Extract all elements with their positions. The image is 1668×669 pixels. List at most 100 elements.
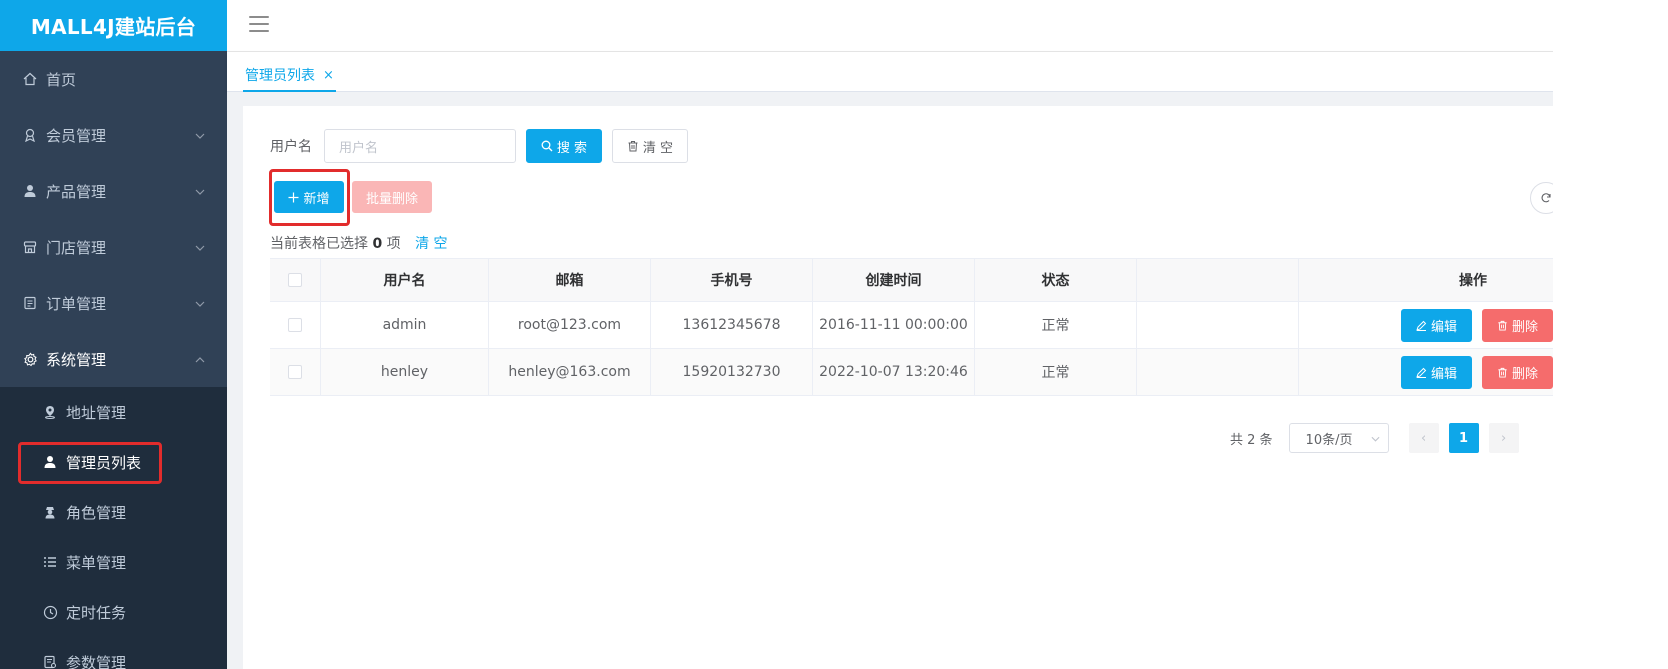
table-header-row: 用户名 邮箱 手机号 创建时间 状态 操作 bbox=[270, 259, 1553, 302]
sidebar-subitem-params[interactable]: 参数管理 bbox=[0, 637, 227, 669]
batch-delete-button[interactable]: 批量删除 bbox=[352, 181, 432, 213]
sidebar-item-products[interactable]: 产品管理 bbox=[0, 163, 227, 219]
refresh-icon bbox=[1540, 189, 1552, 208]
delete-button-label: 删除 bbox=[1511, 366, 1538, 382]
cell-username: admin bbox=[321, 302, 489, 348]
edit-button[interactable]: 编辑 bbox=[1400, 308, 1472, 342]
selection-prefix: 当前表格已选择 bbox=[270, 236, 368, 252]
edit-button-label: 编辑 bbox=[1430, 366, 1457, 382]
medal-icon bbox=[22, 127, 38, 143]
search-icon bbox=[541, 140, 553, 152]
header-phone[interactable]: 手机号 bbox=[651, 259, 813, 301]
header-username[interactable]: 用户名 bbox=[321, 259, 489, 301]
search-button[interactable]: 搜 索 bbox=[526, 129, 602, 163]
sidebar-subitem-label: 参数管理 bbox=[66, 653, 127, 669]
delete-button[interactable]: 删除 bbox=[1481, 308, 1553, 342]
sidebar-subitem-address[interactable]: 地址管理 bbox=[0, 387, 227, 437]
param-icon bbox=[42, 654, 58, 669]
sidebar-item-stores[interactable]: 门店管理 bbox=[0, 219, 227, 275]
sidebar-subitem-label: 地址管理 bbox=[66, 403, 127, 422]
chevron-down-icon bbox=[195, 240, 205, 254]
cell-created: 2022-10-07 13:20:46 bbox=[813, 349, 975, 395]
selection-suffix: 项 bbox=[386, 236, 401, 252]
sidebar-item-label: 订单管理 bbox=[46, 294, 107, 313]
table-action-bar: 新增 批量删除 bbox=[274, 181, 432, 213]
sidebar-item-system[interactable]: 系统管理 bbox=[0, 331, 227, 387]
selection-count: 0 bbox=[372, 236, 383, 252]
cell-blank bbox=[1137, 349, 1299, 395]
header-created[interactable]: 创建时间 bbox=[813, 259, 975, 301]
cell-blank bbox=[1137, 302, 1299, 348]
hamburger-menu-icon[interactable] bbox=[249, 16, 269, 34]
header-blank bbox=[1137, 259, 1299, 301]
row-checkbox[interactable] bbox=[288, 318, 302, 332]
cell-email: root@123.com bbox=[489, 302, 651, 348]
cell-actions: 编辑 删除 bbox=[1299, 349, 1553, 395]
sidebar-item-label: 产品管理 bbox=[46, 182, 107, 201]
chevron-down-icon bbox=[1371, 432, 1380, 445]
header-status[interactable]: 状态 bbox=[975, 259, 1137, 301]
delete-button[interactable]: 删除 bbox=[1481, 355, 1553, 389]
search-button-label: 搜 索 bbox=[556, 140, 588, 156]
trash-icon bbox=[1497, 367, 1508, 378]
pagination-total: 共 2 条 bbox=[1230, 432, 1273, 448]
username-search-input[interactable]: 用户名 bbox=[324, 129, 516, 163]
sidebar-subitem-menus[interactable]: 菜单管理 bbox=[0, 537, 227, 587]
page-size-value: 10条/页 bbox=[1305, 432, 1353, 448]
map-pin-icon bbox=[42, 404, 58, 420]
cell-phone: 13612345678 bbox=[651, 302, 813, 348]
chevron-down-icon bbox=[195, 128, 205, 142]
table-row[interactable]: admin root@123.com 13612345678 2016-11-1… bbox=[270, 302, 1553, 349]
sidebar-item-members[interactable]: 会员管理 bbox=[0, 107, 227, 163]
header-email[interactable]: 邮箱 bbox=[489, 259, 651, 301]
next-page-button[interactable]: › bbox=[1488, 423, 1519, 453]
sidebar: MALL4J建站后台 首页 会员管理 产品管理 门店管理 订单管理 系统管理 地… bbox=[0, 0, 227, 669]
user-icon bbox=[22, 183, 38, 199]
sidebar-subitem-label: 定时任务 bbox=[66, 603, 127, 622]
tab-admin-list[interactable]: 管理员列表 × bbox=[243, 60, 336, 92]
sidebar-subitem-label: 管理员列表 bbox=[66, 453, 142, 472]
row-checkbox[interactable] bbox=[288, 365, 302, 379]
list-icon bbox=[42, 554, 58, 570]
sidebar-item-orders[interactable]: 订单管理 bbox=[0, 275, 227, 331]
sidebar-item-home[interactable]: 首页 bbox=[0, 51, 227, 107]
user-icon bbox=[42, 454, 58, 470]
admin-table: 用户名 邮箱 手机号 创建时间 状态 操作 admin root@123.com… bbox=[270, 258, 1553, 396]
cell-email: henley@163.com bbox=[489, 349, 651, 395]
close-icon[interactable]: × bbox=[323, 68, 334, 83]
sidebar-subitem-admin-list[interactable]: 管理员列表 bbox=[0, 437, 227, 487]
edit-button[interactable]: 编辑 bbox=[1400, 355, 1472, 389]
chevron-down-icon bbox=[195, 296, 205, 310]
page-size-select[interactable]: 10条/页 bbox=[1288, 423, 1389, 453]
batch-delete-button-label: 批量删除 bbox=[365, 191, 418, 207]
edit-icon bbox=[1416, 320, 1427, 331]
sidebar-item-label: 会员管理 bbox=[46, 126, 107, 145]
clear-selection-link[interactable]: 清 空 bbox=[415, 236, 447, 252]
cell-actions: 编辑 删除 bbox=[1299, 302, 1553, 348]
trash-icon bbox=[1497, 320, 1508, 331]
delete-button-label: 删除 bbox=[1511, 319, 1538, 335]
sidebar-subitem-label: 角色管理 bbox=[66, 503, 127, 522]
cell-status: 正常 bbox=[975, 349, 1137, 395]
clear-button[interactable]: 清 空 bbox=[612, 129, 688, 163]
username-label: 用户名 bbox=[270, 139, 312, 155]
chevron-down-icon bbox=[195, 184, 205, 198]
header-select-all-cell bbox=[270, 259, 321, 301]
add-button[interactable]: 新增 bbox=[274, 181, 344, 213]
edit-button-label: 编辑 bbox=[1430, 319, 1457, 335]
add-button-label: 新增 bbox=[303, 191, 330, 207]
prev-page-button[interactable]: ‹ bbox=[1408, 423, 1439, 453]
role-icon bbox=[42, 504, 58, 520]
row-select-cell bbox=[270, 349, 321, 395]
select-all-checkbox[interactable] bbox=[288, 273, 302, 287]
cell-created: 2016-11-11 00:00:00 bbox=[813, 302, 975, 348]
sidebar-subitem-roles[interactable]: 角色管理 bbox=[0, 487, 227, 537]
sidebar-subitem-scheduled-tasks[interactable]: 定时任务 bbox=[0, 587, 227, 637]
sidebar-item-label: 门店管理 bbox=[46, 238, 107, 257]
table-row[interactable]: henley henley@163.com 15920132730 2022-1… bbox=[270, 349, 1553, 396]
clock-icon bbox=[42, 604, 58, 620]
brand-logo[interactable]: MALL4J建站后台 bbox=[0, 0, 227, 51]
cell-phone: 15920132730 bbox=[651, 349, 813, 395]
row-select-cell bbox=[270, 302, 321, 348]
page-number-button[interactable]: 1 bbox=[1448, 423, 1479, 453]
